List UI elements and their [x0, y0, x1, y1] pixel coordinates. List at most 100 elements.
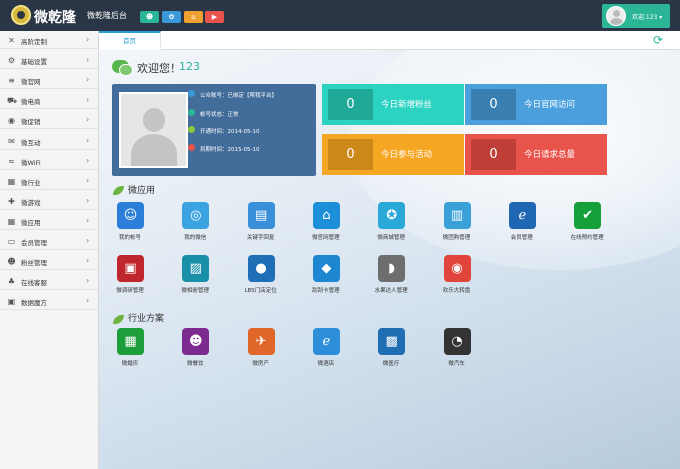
stat-label: 今日官网访问: [524, 100, 576, 110]
app-label: 我的微信: [184, 235, 207, 241]
fans-icon: ☻: [7, 257, 16, 267]
user-menu[interactable]: 欢迎,123 ▾: [602, 4, 670, 28]
stat-label: 今日参与活动: [381, 150, 433, 160]
play-button[interactable]: ▶: [205, 11, 224, 23]
app-label: 关键字回复: [246, 235, 275, 241]
app-tile[interactable]: ℯ 会员管理: [492, 202, 552, 242]
app-label: 微汽车: [448, 361, 465, 367]
bag-icon: ▦: [117, 328, 144, 355]
app-tile[interactable]: ▩ 微医疗: [361, 328, 421, 368]
app-label: 在线预约管理: [570, 235, 604, 241]
sidebar-item[interactable]: ≈ 微WiFi ›: [0, 153, 98, 170]
wifi-icon: ≈: [8, 156, 15, 166]
chevron-right-icon: ›: [86, 55, 90, 65]
sidebar: ✕ 高阶定制 › ⚙ 基础设置 › ≡ 微官网 › ⛟ 微电商 › ◉ 微促销 › ✉ 微互动 › ≈ 微WiFi › ▦…: [0, 31, 99, 469]
sidebar-item[interactable]: ✚ 微游戏 ›: [0, 193, 98, 210]
app-label: LBS门店定位: [244, 288, 277, 294]
app-tile[interactable]: ⌂ 微官网管理: [296, 202, 356, 242]
app-label: 微餐饮: [187, 361, 204, 367]
account-icon: [188, 90, 195, 97]
app-tile[interactable]: ◎ 我的微信: [165, 202, 225, 242]
building-icon: ▦: [7, 176, 16, 186]
sidebar-item[interactable]: ✕ 高阶定制 ›: [0, 32, 98, 49]
brand-subtitle: 微乾隆后台: [87, 11, 127, 20]
app-tile[interactable]: ◆ 刮刮卡管理: [296, 255, 356, 295]
app-tile[interactable]: ✈ 微房产: [231, 328, 291, 368]
app-tile[interactable]: ▤ 关键字回复: [231, 202, 291, 242]
open-date-icon: [188, 126, 195, 133]
wechat-icon: ◎: [182, 202, 210, 229]
app-tile[interactable]: ◉ 欢乐大转盘: [427, 255, 487, 295]
sidebar-item-label: 微WiFi: [21, 158, 41, 167]
app-label: 刮刮卡管理: [312, 288, 340, 294]
sidebar-item-label: 微行业: [21, 178, 41, 187]
user-group-icon: ☺: [117, 202, 144, 229]
gate-icon: ▩: [378, 328, 406, 355]
apps-section-title: 微应用: [128, 186, 156, 196]
app-tile[interactable]: ▦ 微婚庆: [100, 328, 160, 368]
tools-icon: ✕: [8, 36, 15, 45]
chevron-right-icon: ›: [86, 276, 90, 286]
app-tile[interactable]: ▥ 微团购管理: [427, 202, 487, 242]
users-button[interactable]: ☻: [140, 11, 159, 23]
welcome-text: 欢迎您！: [137, 62, 181, 75]
sidebar-item[interactable]: ✉ 微互动 ›: [0, 133, 98, 150]
stat-activity[interactable]: 0 今日参与活动: [322, 134, 464, 175]
app-tile[interactable]: ◗ 水果达人管理: [361, 255, 421, 295]
app-tile[interactable]: ℯ 微酒店: [296, 328, 356, 368]
play-icon: ▶: [211, 13, 218, 21]
chevron-right-icon: ›: [86, 135, 90, 145]
app-label: 微房产: [252, 361, 269, 367]
account-status: 帐号状态：正常: [200, 112, 239, 118]
stat-new-fans[interactable]: 0 今日新增粉丝: [322, 84, 464, 125]
settings-button[interactable]: ✿: [162, 11, 181, 23]
sidebar-item-label: 在线客服: [21, 279, 47, 288]
chevron-right-icon: ›: [86, 215, 90, 225]
chevron-right-icon: ›: [86, 75, 90, 85]
sidebar-item[interactable]: ≡ 微官网 ›: [0, 72, 98, 90]
main-content: 欢迎您！ 123 公众账号：已绑定【帮我平台】 帐号状态：正常 开通时间：201…: [99, 50, 680, 469]
app-tile[interactable]: ☺ 我的帐号: [100, 202, 160, 242]
expire-date: 到期时间：2015-05-10: [200, 147, 260, 153]
ie-blue-icon: ℯ: [312, 328, 340, 355]
chevron-right-icon: ›: [86, 195, 90, 205]
app-label: 微酒店: [317, 361, 335, 367]
sidebar-item[interactable]: ☻ 粉丝管理 ›: [0, 253, 98, 271]
sidebar-item[interactable]: ▣ 数据魔方 ›: [0, 293, 98, 311]
sidebar-item-label: 数据魔方: [21, 299, 47, 308]
sidebar-item[interactable]: ⛟ 微电商 ›: [0, 92, 98, 110]
profile-photo: [119, 92, 188, 168]
sidebar-item[interactable]: ▦ 微应用 ›: [0, 213, 98, 230]
sidebar-item[interactable]: ▦ 微行业 ›: [0, 173, 98, 190]
app-label: 微官网管理: [312, 235, 340, 241]
refresh-icon[interactable]: ⟳: [653, 33, 663, 47]
app-tile[interactable]: ▣ 微调研管理: [100, 255, 160, 295]
home-button[interactable]: ⌂: [184, 11, 203, 23]
sidebar-item-label: 微互动: [21, 138, 41, 147]
settings-icon: ✿: [168, 13, 175, 21]
app-tile[interactable]: ◔ 微汽车: [427, 328, 487, 368]
app-label: 微调研管理: [116, 288, 144, 294]
sidebar-item-label: 微应用: [21, 218, 41, 227]
compass-icon: ◔: [443, 328, 471, 355]
app-tile[interactable]: ✪ 微商城管理: [361, 202, 421, 242]
sidebar-item[interactable]: ⚙ 基础设置 ›: [0, 52, 98, 70]
app-tile[interactable]: ☻ 微餐饮: [165, 328, 225, 368]
eye-icon: ◉: [8, 116, 15, 126]
stat-site-visits[interactable]: 0 今日官网访问: [465, 84, 607, 125]
sidebar-item[interactable]: ◉ 微促销 ›: [0, 112, 98, 130]
stat-value: 0: [471, 139, 516, 170]
gamepad-icon: ✚: [8, 196, 15, 206]
app-tile[interactable]: ● LBS门店定位: [231, 255, 291, 295]
app-tile[interactable]: ▨ 微相册管理: [165, 255, 225, 295]
chevron-right-icon: ›: [86, 256, 90, 266]
app-tile[interactable]: ✔ 在线预约管理: [557, 202, 617, 242]
app-label: 微医疗: [382, 361, 400, 367]
ie-icon: ℯ: [508, 202, 536, 229]
tab-home[interactable]: 首页: [99, 31, 161, 50]
grid-icon: ▦: [7, 216, 16, 226]
stat-requests[interactable]: 0 今日请求总量: [465, 134, 607, 175]
headset-icon: ♣: [7, 277, 16, 287]
sidebar-item[interactable]: ♣ 在线客服 ›: [0, 273, 98, 291]
sidebar-item[interactable]: ▭ 会员管理 ›: [0, 233, 98, 250]
